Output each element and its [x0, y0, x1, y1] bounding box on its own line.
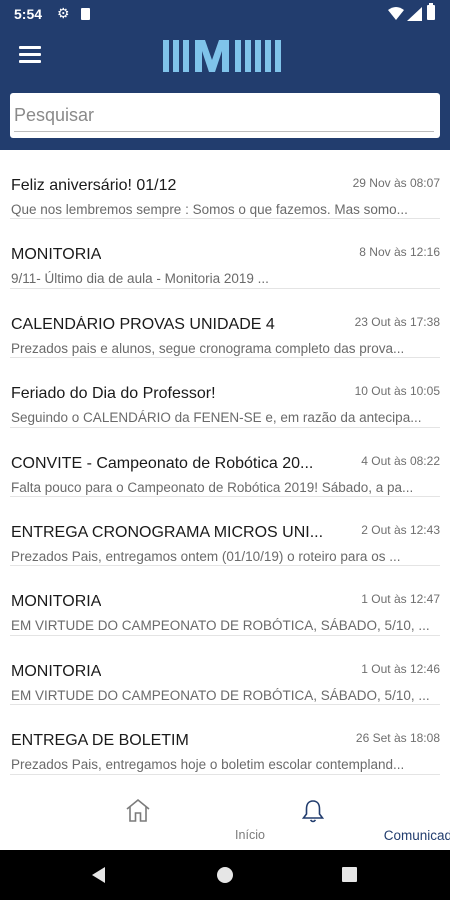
- message-date: 8 Nov às 12:16: [359, 245, 440, 260]
- settings-gear-icon: ⚙: [57, 5, 70, 21]
- wifi-icon: [388, 7, 404, 20]
- message-date: 29 Nov às 08:07: [352, 176, 440, 190]
- message-item[interactable]: ENTREGA CRONOGRAMA MICROS UNI... 2 Out às…: [10, 497, 440, 567]
- search-input[interactable]: [14, 99, 434, 132]
- school-logo: [163, 40, 281, 72]
- message-preview: Prezados pais e alunos, segue cronograma…: [11, 340, 405, 356]
- message-date: 2 Out às 12:43: [361, 522, 440, 537]
- message-item[interactable]: CALENDÁRIO PROVAS UNIDADE 4 23 Out às 17:…: [10, 289, 440, 359]
- recent-apps-icon[interactable]: [342, 867, 357, 882]
- message-preview: Falta pouco para o Campeonato de Robótic…: [11, 479, 414, 495]
- message-preview: Prezados Pais, entregamos hoje o boletim…: [11, 757, 405, 773]
- message-date: 26 Set às 18:08: [355, 731, 440, 746]
- home-icon: [125, 798, 150, 822]
- message-title: CONVITE - Campeonato de Robótica 20...: [11, 454, 314, 472]
- message-preview: Prezados Pais, entregamos ontem (01/10/1…: [11, 548, 401, 564]
- message-date: 23 Out às 17:38: [354, 314, 440, 329]
- system-navigation-bar: [0, 850, 450, 900]
- back-icon[interactable]: [92, 867, 105, 883]
- sd-card-icon: [81, 8, 90, 20]
- menu-icon[interactable]: [19, 46, 41, 64]
- message-date: 10 Out às 10:05: [354, 384, 440, 399]
- message-date: 4 Out às 08:22: [361, 453, 440, 468]
- signal-icon: [407, 7, 422, 21]
- message-preview: Que nos lembremos sempre : Somos o que f…: [11, 202, 408, 217]
- message-title: MONITORIA: [11, 593, 102, 611]
- message-title: MONITORIA: [11, 246, 102, 264]
- message-title: CALENDÁRIO PROVAS UNIDADE 4: [11, 315, 275, 333]
- message-title: ENTREGA CRONOGRAMA MICROS UNI...: [11, 523, 324, 541]
- message-date: 1 Out às 12:46: [361, 661, 440, 676]
- message-title: MONITORIA: [11, 662, 102, 680]
- status-bar: 5:54 ⚙: [0, 0, 450, 30]
- status-time: 5:54: [14, 6, 43, 22]
- message-item[interactable]: MONITORIA 1 Out às 12:47 EM VIRTUDE DO CAM…: [10, 566, 440, 636]
- tab-comunicados-label: Comunicados: [383, 828, 450, 843]
- message-item[interactable]: MONITORIA 8 Nov às 12:16 9/11- Último dia…: [10, 219, 440, 289]
- message-preview: EM VIRTUDE DO CAMPEONATO DE ROBÓTICA, SÁ…: [11, 687, 430, 703]
- message-item[interactable]: ENTREGA DE BOLETIM 26 Set às 18:08 Prezado…: [10, 705, 440, 775]
- message-title: ENTREGA DE BOLETIM: [11, 732, 189, 750]
- message-item[interactable]: MONITORIA 1 Out às 12:46 EM VIRTUDE DO CAM…: [10, 636, 440, 706]
- message-item[interactable]: CONVITE - Campeonato de Robótica 20... 4 …: [10, 428, 440, 497]
- message-title: Feriado do Dia do Professor!: [11, 385, 216, 403]
- message-date: 1 Out às 12:47: [361, 592, 440, 607]
- message-preview: Seguindo o CALENDÁRIO da FENEN-SE e, em …: [11, 410, 422, 426]
- message-item[interactable]: Feliz aniversário! 01/12 29 Nov às 08:07 Q…: [10, 150, 440, 220]
- message-item[interactable]: Feriado do Dia do Professor! 10 Out às 10…: [10, 358, 440, 428]
- bell-icon: [301, 800, 324, 823]
- bottom-navigation: Início Comunicados: [0, 780, 450, 850]
- battery-icon: [427, 3, 435, 20]
- home-button-icon[interactable]: [217, 867, 233, 883]
- message-preview: EM VIRTUDE DO CAMPEONATO DE ROBÓTICA, SÁ…: [11, 618, 430, 634]
- app-bar: [0, 30, 450, 150]
- search-box: [10, 93, 440, 138]
- message-title: Feliz aniversário! 01/12: [11, 177, 177, 194]
- tab-comunicados[interactable]: Comunicados: [200, 780, 450, 850]
- message-list: Feliz aniversário! 01/12 29 Nov às 08:07 Q…: [0, 150, 450, 780]
- message-preview: 9/11- Último dia de aula - Monitoria 201…: [11, 271, 269, 287]
